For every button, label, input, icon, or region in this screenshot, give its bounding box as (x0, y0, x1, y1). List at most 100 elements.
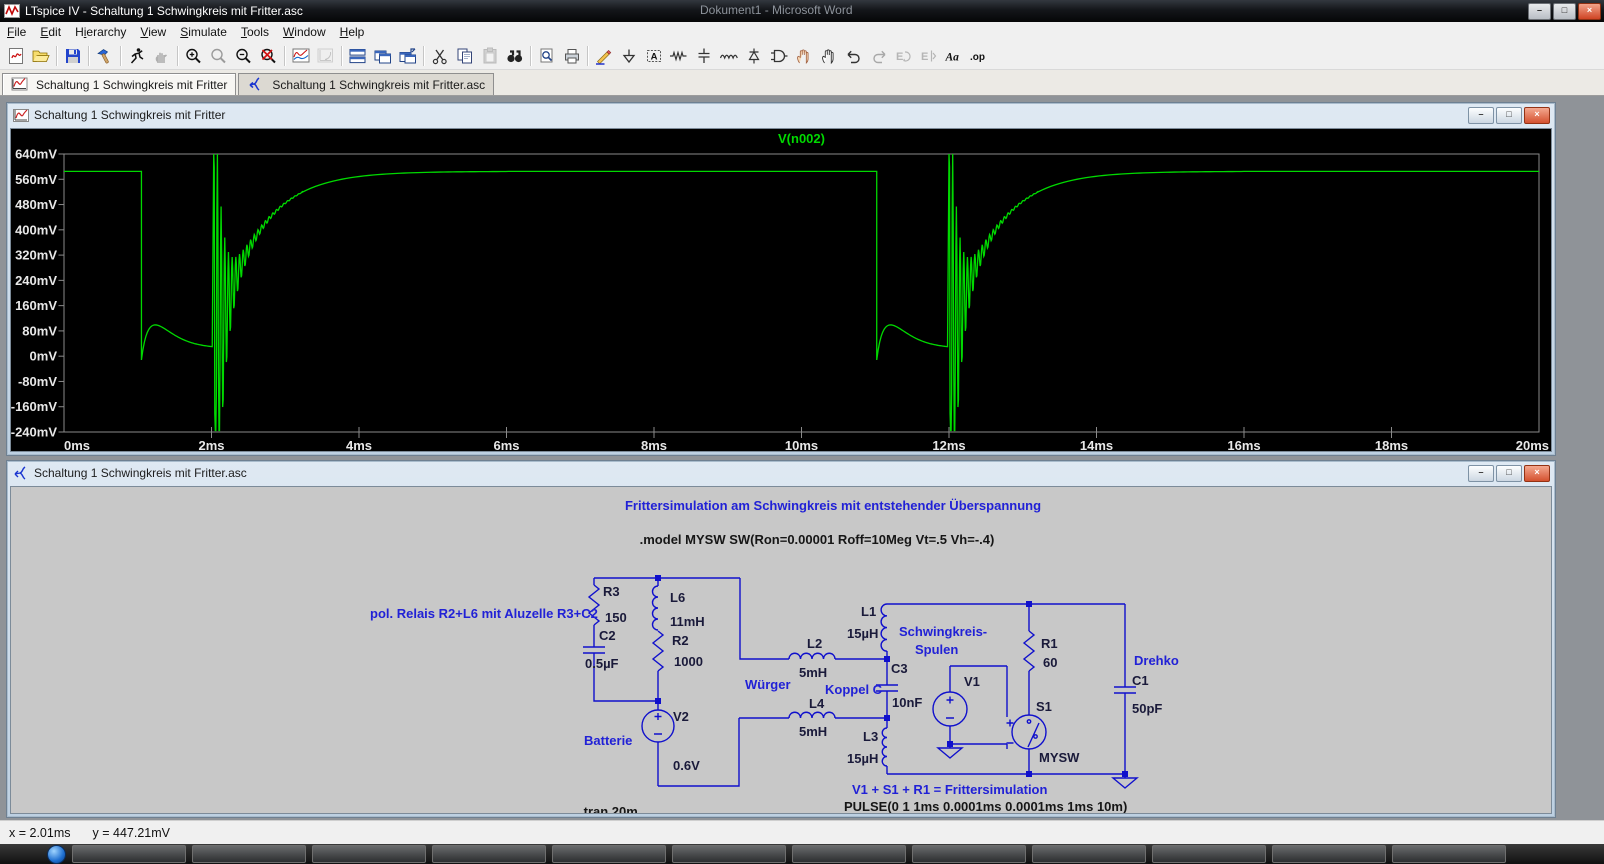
menu-edit[interactable]: Edit (33, 23, 68, 41)
x-axis-tick-label: 14ms (1080, 438, 1113, 451)
move-button[interactable] (791, 44, 816, 67)
taskbar-button[interactable] (312, 845, 426, 863)
open-button[interactable] (28, 44, 53, 67)
ground-button[interactable] (616, 44, 641, 67)
schematic-label: L1 (861, 604, 876, 619)
schematic-label: S1 (1036, 699, 1052, 714)
schematic-label: 5mH (799, 665, 827, 680)
zoom-full-button[interactable] (256, 44, 281, 67)
waveform-window-title: Schaltung 1 Schwingkreis mit Fritter (34, 108, 225, 122)
redo-icon (869, 47, 889, 65)
main-minimize-button[interactable]: – (1528, 3, 1551, 20)
menu-help[interactable]: Help (333, 23, 372, 41)
text-button[interactable]: Aa (941, 44, 966, 67)
start-orb[interactable] (47, 845, 66, 864)
menu-window[interactable]: Window (276, 23, 333, 41)
taskbar-button[interactable] (1032, 845, 1146, 863)
trace-label[interactable]: V(n002) (778, 131, 825, 146)
x-axis-tick-label: 0ms (64, 438, 90, 451)
waveform-plot-area[interactable]: 640mV560mV480mV400mV320mV240mV160mV80mV0… (10, 128, 1552, 452)
schematic-window-titlebar[interactable]: Schaltung 1 Schwingkreis mit Fritter.asc… (7, 461, 1555, 485)
resistor-button[interactable] (666, 44, 691, 67)
waveform-window-titlebar[interactable]: Schaltung 1 Schwingkreis mit Fritter – □… (7, 103, 1555, 127)
control-panel-button[interactable] (92, 44, 117, 67)
main-close-button[interactable]: × (1578, 3, 1601, 20)
taskbar-button[interactable] (432, 845, 546, 863)
drag-button[interactable] (816, 44, 841, 67)
new-schematic-button[interactable] (3, 44, 28, 67)
capacitor-button[interactable] (691, 44, 716, 67)
cut-button[interactable] (427, 44, 452, 67)
zoom-in-button[interactable] (181, 44, 206, 67)
schematic-close-button[interactable]: × (1524, 465, 1550, 482)
redo-button (866, 44, 891, 67)
waveform-minimize-button[interactable]: – (1468, 107, 1494, 124)
component-button[interactable] (766, 44, 791, 67)
taskbar-button[interactable] (1272, 845, 1386, 863)
waveform-maximize-button[interactable]: □ (1496, 107, 1522, 124)
inductor-button[interactable] (716, 44, 741, 67)
main-maximize-button[interactable]: □ (1553, 3, 1576, 20)
taskbar-button[interactable] (1392, 845, 1506, 863)
diode-icon (744, 47, 764, 65)
taskbar-button[interactable] (672, 845, 786, 863)
schematic-label: C3 (891, 661, 908, 676)
toolbar-separator (423, 46, 424, 66)
waveform-plot[interactable]: 640mV560mV480mV400mV320mV240mV160mV80mV0… (11, 129, 1551, 451)
copy-button[interactable] (452, 44, 477, 67)
menu-tools[interactable]: Tools (234, 23, 276, 41)
tile-horizontal-button[interactable] (345, 44, 370, 67)
resistor-R2 (653, 631, 663, 671)
schematic-maximize-button[interactable]: □ (1496, 465, 1522, 482)
menu-hierarchy[interactable]: Hierarchy (68, 23, 133, 41)
y-axis-tick-label: 560mV (15, 172, 57, 187)
waveform-close-button[interactable]: × (1524, 107, 1550, 124)
schematic-label: V1 (964, 674, 980, 689)
print-button[interactable] (559, 44, 584, 67)
svg-text:E: E (921, 51, 928, 63)
taskbar-button[interactable] (1152, 845, 1266, 863)
label-button[interactable]: A (641, 44, 666, 67)
tab-label: Schaltung 1 Schwingkreis mit Fritter.asc (272, 78, 485, 92)
taskbar-button[interactable] (192, 845, 306, 863)
taskbar-button[interactable] (552, 845, 666, 863)
y-axis-tick-label: 0mV (30, 349, 58, 364)
inductor-icon (719, 47, 739, 65)
tab-label: Schaltung 1 Schwingkreis mit Fritter (36, 78, 227, 92)
menu-view[interactable]: View (133, 23, 173, 41)
zoom-out-button[interactable] (231, 44, 256, 67)
taskbar-button[interactable] (72, 845, 186, 863)
toolbar-separator (341, 46, 342, 66)
diode-button[interactable] (741, 44, 766, 67)
schematic-label: Frittersimulation am Schwingkreis mit en… (625, 498, 1041, 513)
schematic-label: pol. Relais R2+L6 mit Aluzelle R3+C2 (370, 606, 598, 621)
x-axis-tick-label: 4ms (346, 438, 372, 451)
taskbar-button[interactable] (792, 845, 906, 863)
schematic-minimize-button[interactable]: – (1468, 465, 1494, 482)
inductor-L6 (653, 586, 659, 630)
drag-icon (819, 47, 839, 65)
schematic-label: .tran 20m (580, 804, 638, 813)
schematic-canvas[interactable]: Frittersimulation am Schwingkreis mit en… (10, 486, 1552, 814)
save-button[interactable] (60, 44, 85, 67)
find-button[interactable] (502, 44, 527, 67)
print-preview-button[interactable] (534, 44, 559, 67)
menu-simulate[interactable]: Simulate (173, 23, 234, 41)
tab-schematic[interactable]: Schaltung 1 Schwingkreis mit Fritter.asc (238, 73, 494, 95)
tile-vertical-button[interactable] (395, 44, 420, 67)
taskbar-button[interactable] (912, 845, 1026, 863)
tabbar: Schaltung 1 Schwingkreis mit Fritter Scha… (0, 70, 1604, 96)
menu-file[interactable]: File (0, 23, 33, 41)
menubar: FileEditHierarchyViewSimulateToolsWindow… (0, 22, 1604, 43)
spice-directive-button[interactable]: .op (966, 44, 991, 67)
schematic-drawing[interactable]: Frittersimulation am Schwingkreis mit en… (11, 487, 1551, 813)
waveform-pane-button[interactable] (288, 44, 313, 67)
status-bar: x = 2.01ms y = 447.21mV (0, 820, 1604, 845)
wire-button[interactable] (591, 44, 616, 67)
run-button[interactable] (124, 44, 149, 67)
tab-waveform[interactable]: Schaltung 1 Schwingkreis mit Fritter (2, 73, 236, 95)
text-icon: Aa (944, 47, 964, 65)
voltage-trace[interactable] (64, 154, 1539, 430)
undo-button[interactable] (841, 44, 866, 67)
cascade-button[interactable] (370, 44, 395, 67)
